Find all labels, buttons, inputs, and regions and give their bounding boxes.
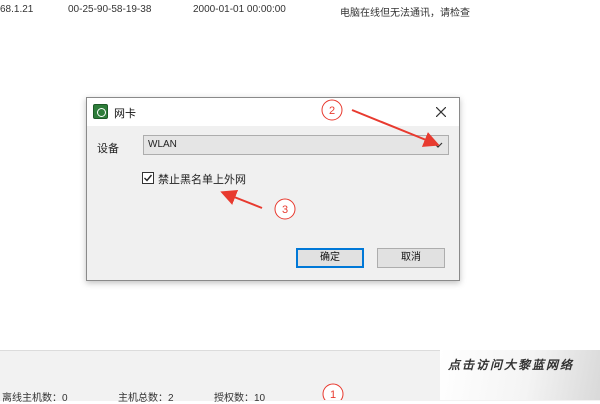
watermark-logo: 点击访问大黎蓝网络: [440, 350, 600, 400]
cancel-button[interactable]: 取消: [377, 248, 445, 268]
block-blacklist-checkbox[interactable]: [142, 172, 154, 184]
app-icon: [93, 104, 108, 119]
ok-button[interactable]: 确定: [296, 248, 364, 268]
device-select[interactable]: WLAN: [143, 135, 449, 155]
device-select-value: WLAN: [148, 139, 177, 150]
offline-hosts-count: 离线主机数：0: [2, 393, 68, 404]
background-table-row: 68.1.21 00-25-90-58-19-38 2000-01-01 00:…: [0, 4, 600, 20]
license-count: 授权数：10: [214, 393, 266, 404]
dialog-titlebar: 网卡: [87, 98, 459, 126]
chevron-down-icon: [433, 142, 443, 148]
block-blacklist-label[interactable]: 禁止黑名单上外网: [158, 171, 246, 187]
mac-cell: 00-25-90-58-19-38: [68, 4, 152, 15]
close-button[interactable]: [429, 100, 453, 124]
dialog-title: 网卡: [114, 108, 136, 120]
device-label: 设备: [97, 143, 119, 155]
status-cell: 电脑在线但无法通讯，请检查: [340, 8, 470, 19]
checkmark-icon: [144, 174, 153, 182]
ip-cell: 68.1.21: [0, 4, 34, 15]
watermark-text: 点击访问大黎蓝网络: [448, 358, 575, 372]
total-hosts-count: 主机总数：2: [118, 393, 174, 404]
network-card-dialog: 网卡 设备 WLAN 禁止黑名单上外网 确定 取消: [86, 97, 460, 281]
close-icon: [435, 106, 447, 118]
time-cell: 2000-01-01 00:00:00: [193, 4, 286, 15]
